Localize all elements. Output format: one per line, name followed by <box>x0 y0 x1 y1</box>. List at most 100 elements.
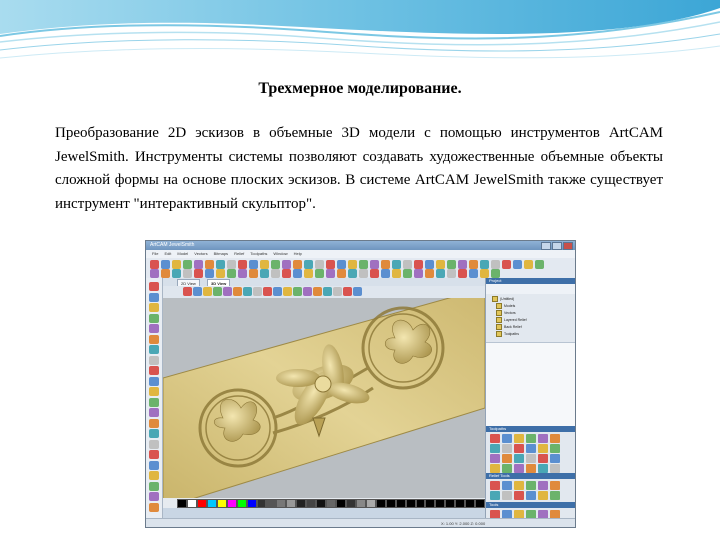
left-tool-icon[interactable] <box>149 460 159 470</box>
view-tool-icon[interactable] <box>303 287 312 296</box>
tree-item[interactable]: Back Relief <box>496 324 522 330</box>
view-tool-icon[interactable] <box>263 287 272 296</box>
toolbar-tool-icon[interactable] <box>282 260 291 269</box>
toolbar-tool-icon[interactable] <box>370 269 379 278</box>
toolbar-tool-icon[interactable] <box>535 260 544 269</box>
view-tool-icon[interactable] <box>233 287 242 296</box>
toolbar-tool-icon[interactable] <box>183 269 192 278</box>
view-tool-icon[interactable] <box>193 287 202 296</box>
toolbar-tool-icon[interactable] <box>161 269 170 278</box>
panel-tool-icon[interactable] <box>526 434 536 443</box>
toolbar-tool-icon[interactable] <box>326 269 335 278</box>
view-tool-icon[interactable] <box>293 287 302 296</box>
palette-swatch[interactable] <box>355 498 366 508</box>
palette-swatch[interactable] <box>435 498 446 508</box>
toolbar-tool-icon[interactable] <box>260 269 269 278</box>
toolbar-tool-icon[interactable] <box>458 269 467 278</box>
tree-item[interactable]: Layered Relief <box>496 317 527 323</box>
toolbar-tool-icon[interactable] <box>513 260 522 269</box>
panel-tool-icon[interactable] <box>514 434 524 443</box>
view-tool-icon[interactable] <box>223 287 232 296</box>
toolbar-tool-icon[interactable] <box>183 260 192 269</box>
left-tool-icon[interactable] <box>149 408 159 417</box>
menu-help[interactable]: Help <box>294 250 302 258</box>
panel-tool-icon[interactable] <box>538 444 548 453</box>
toolbar-tool-icon[interactable] <box>359 260 368 269</box>
toolbar-tool-icon[interactable] <box>150 269 159 278</box>
view-tool-icon[interactable] <box>313 287 322 296</box>
toolbar-tool-icon[interactable] <box>348 269 357 278</box>
panel-tool-icon[interactable] <box>538 464 548 473</box>
toolbar-tool-icon[interactable] <box>315 260 324 269</box>
tree-item[interactable]: Toolpaths <box>496 331 519 337</box>
toolbar-tool-icon[interactable] <box>381 260 390 269</box>
toolbar-tool-icon[interactable] <box>216 260 225 269</box>
toolbar-tool-icon[interactable] <box>502 260 511 269</box>
toolbar-tool-icon[interactable] <box>392 269 401 278</box>
panel-tool-icon[interactable] <box>538 481 548 490</box>
panel-tool-icon[interactable] <box>490 444 500 453</box>
toolbar-tool-icon[interactable] <box>469 260 478 269</box>
palette-swatch[interactable] <box>425 498 436 508</box>
minimize-button[interactable] <box>541 242 551 250</box>
menu-model[interactable]: Model <box>177 250 188 258</box>
palette-swatch[interactable] <box>177 498 187 508</box>
menu-relief[interactable]: Relief <box>234 250 244 258</box>
toolbar-tool-icon[interactable] <box>194 260 203 269</box>
view-tool-icon[interactable] <box>183 287 192 296</box>
toolbar-tool-icon[interactable] <box>447 269 456 278</box>
toolbar-tool-icon[interactable] <box>293 269 302 278</box>
palette-swatch[interactable] <box>336 498 346 508</box>
left-tool-icon[interactable] <box>149 366 159 375</box>
palette-swatch[interactable] <box>345 498 356 508</box>
panel-tool-icon[interactable] <box>490 454 500 463</box>
panel-tool-icon[interactable] <box>514 454 524 463</box>
tree-item[interactable]: (Untitled) <box>492 296 514 302</box>
3d-viewport[interactable] <box>163 298 485 498</box>
palette-swatch[interactable] <box>196 498 207 508</box>
palette-swatch[interactable] <box>276 498 287 508</box>
palette-swatch[interactable] <box>326 498 336 508</box>
toolbar-tool-icon[interactable] <box>304 260 313 269</box>
panel-tool-icon[interactable] <box>490 481 500 490</box>
view-tool-icon[interactable] <box>343 287 352 296</box>
palette-swatch[interactable] <box>375 498 386 508</box>
close-button[interactable] <box>563 242 573 250</box>
left-tool-icon[interactable] <box>149 397 159 407</box>
toolbar-tool-icon[interactable] <box>436 269 445 278</box>
toolbar-tool-icon[interactable] <box>282 269 291 278</box>
left-tool-icon[interactable] <box>149 387 159 396</box>
panel-tool-icon[interactable] <box>514 491 524 500</box>
panel-tool-icon[interactable] <box>550 464 560 473</box>
palette-swatch[interactable] <box>306 498 317 508</box>
panel-tool-icon[interactable] <box>550 434 560 443</box>
toolbar-tool-icon[interactable] <box>293 260 302 269</box>
panel-tool-icon[interactable] <box>550 481 560 490</box>
toolbar-tool-icon[interactable] <box>381 269 390 278</box>
view-tool-icon[interactable] <box>273 287 282 296</box>
panel-tool-icon[interactable] <box>490 464 500 473</box>
panel-tool-icon[interactable] <box>526 464 536 473</box>
palette-swatch[interactable] <box>455 498 466 508</box>
left-tool-icon[interactable] <box>149 450 159 459</box>
palette-swatch[interactable] <box>365 498 376 508</box>
left-tool-icon[interactable] <box>149 303 159 312</box>
toolbar-tool-icon[interactable] <box>172 260 181 269</box>
toolbar-tool-icon[interactable] <box>348 260 357 269</box>
palette-swatch[interactable] <box>206 498 217 508</box>
panel-tool-icon[interactable] <box>538 454 548 463</box>
left-tool-icon[interactable] <box>149 376 159 386</box>
left-tool-icon[interactable] <box>149 355 159 365</box>
toolbar-tool-icon[interactable] <box>403 260 412 269</box>
view-tool-icon[interactable] <box>323 287 332 296</box>
left-tool-icon[interactable] <box>149 429 159 438</box>
toolbar-tool-icon[interactable] <box>392 260 401 269</box>
menu-window[interactable]: Window <box>273 250 287 258</box>
panel-tool-icon[interactable] <box>502 434 512 443</box>
palette-swatch[interactable] <box>226 498 237 508</box>
toolbar-tool-icon[interactable] <box>370 260 379 269</box>
toolbar-tool-icon[interactable] <box>480 260 489 269</box>
view-tool-icon[interactable] <box>283 287 292 296</box>
toolbar-tool-icon[interactable] <box>194 269 203 278</box>
panel-tool-icon[interactable] <box>514 481 524 490</box>
